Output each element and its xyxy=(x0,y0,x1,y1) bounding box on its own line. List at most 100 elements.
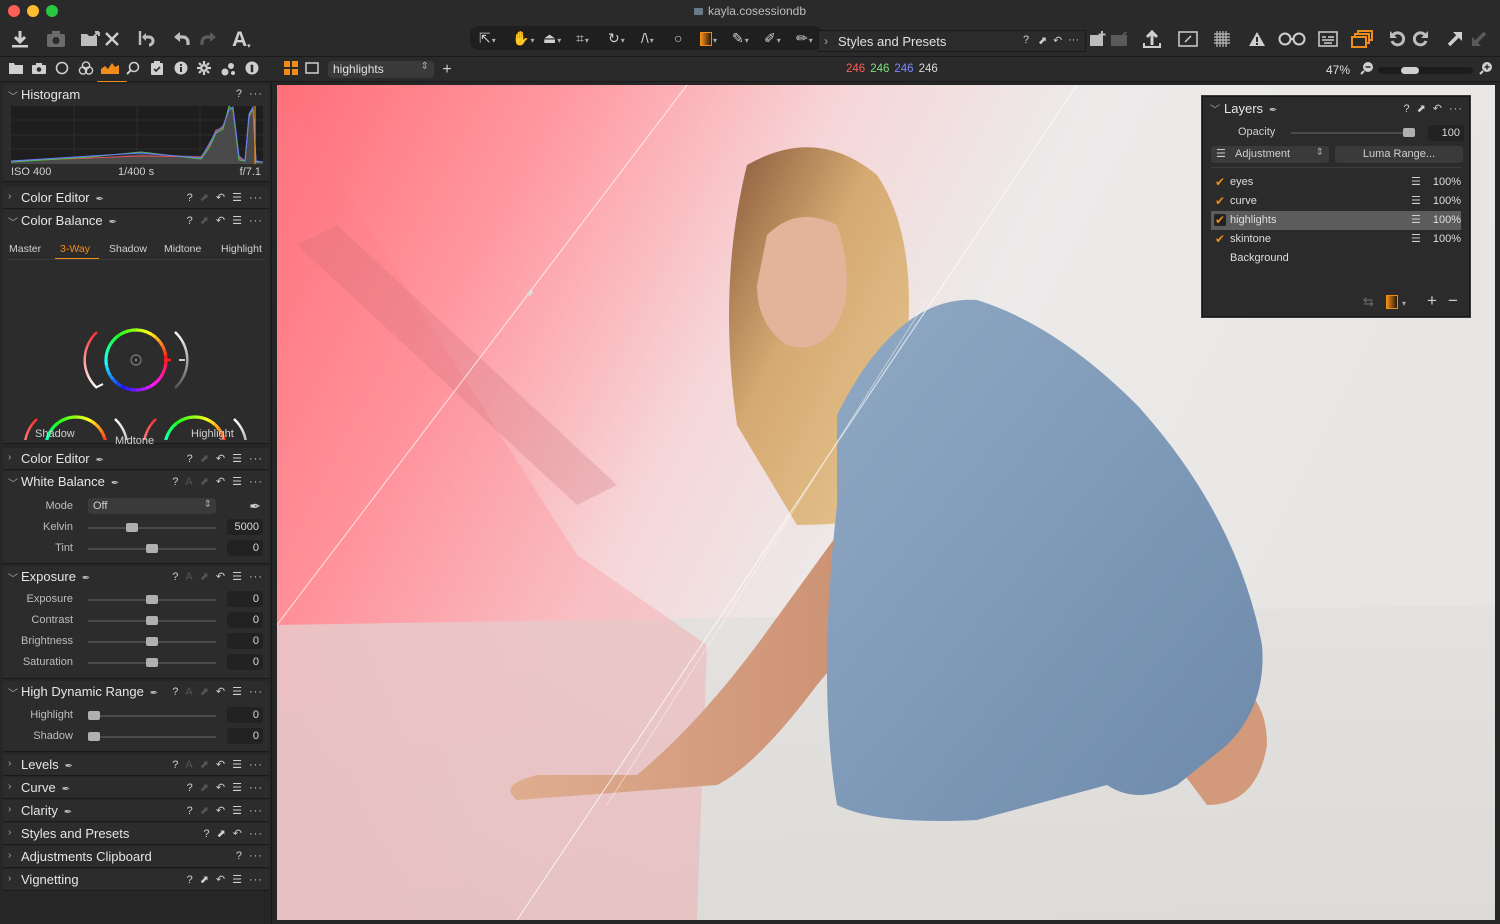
layer-select[interactable]: highlights ⇕ xyxy=(328,61,434,78)
tint-slider-knob[interactable] xyxy=(146,544,158,553)
layer-visibility-checkbox[interactable]: ✔ xyxy=(1214,233,1226,245)
chevron-down-icon[interactable]: ﹀ xyxy=(8,88,18,103)
float-tool-icon[interactable]: ⬈ xyxy=(1417,102,1426,115)
histogram-header[interactable]: ﹀ Histogram ? ··· xyxy=(3,84,269,106)
color-editor-header-2[interactable]: › Color Editor ✒ ? ⬈ ↶ ☰ ··· xyxy=(3,448,269,470)
kelvin-value[interactable]: 5000 xyxy=(227,519,263,535)
tint-value[interactable]: 0 xyxy=(227,540,263,556)
rotate-icon[interactable]: ↻▾ xyxy=(608,29,625,50)
tab-midtone[interactable]: Midtone xyxy=(164,243,201,255)
float-tool-icon[interactable]: ⬈ xyxy=(200,685,209,698)
grid-icon[interactable] xyxy=(1213,26,1231,52)
wb-picker-icon[interactable]: ✒ xyxy=(249,498,261,515)
help-icon[interactable]: ? xyxy=(172,759,178,771)
zoom-slider-knob[interactable] xyxy=(1401,66,1420,74)
text-annotation-icon[interactable]: A ▾ xyxy=(232,26,251,52)
saturation-value[interactable]: 0 xyxy=(227,654,263,670)
remove-layer-icon[interactable]: − xyxy=(1448,291,1458,311)
help-icon[interactable]: ? xyxy=(187,215,193,227)
help-icon[interactable]: ? xyxy=(1403,103,1409,115)
help-icon[interactable]: ? xyxy=(172,571,178,583)
help-icon[interactable]: ? xyxy=(187,192,193,204)
slider-knob[interactable] xyxy=(146,616,158,625)
presets-menu-icon[interactable]: ☰ xyxy=(232,475,242,488)
layer-row[interactable]: ✔ highlights ☰ 100% xyxy=(1211,211,1461,230)
move-to-folder-icon[interactable] xyxy=(80,26,102,52)
opacity-slider[interactable] xyxy=(1291,128,1415,137)
auto-adjust-icon[interactable]: A xyxy=(185,759,192,771)
help-icon[interactable]: ? xyxy=(236,850,242,862)
chevron-right-icon[interactable]: › xyxy=(8,804,11,815)
pick-color-icon[interactable]: ✏▾ xyxy=(796,29,813,50)
tab-master[interactable]: Master xyxy=(9,243,41,255)
capture-tab[interactable] xyxy=(30,61,48,79)
chevron-down-icon[interactable]: ﹀ xyxy=(1210,101,1220,116)
swap-layers-icon[interactable]: ⇆ xyxy=(1363,294,1374,310)
tint-slider[interactable] xyxy=(88,544,216,553)
auto-adjust-icon[interactable]: A xyxy=(185,571,192,583)
pan-hand-icon[interactable]: ✋▾ xyxy=(512,29,534,50)
presets-menu-icon[interactable]: ☰ xyxy=(232,570,242,583)
grid-view-icon[interactable] xyxy=(282,61,300,79)
vignetting-header[interactable]: › Vignetting ? ⬈ ↶ ☰ ··· xyxy=(3,869,269,891)
copy-adjustments-icon[interactable] xyxy=(1446,26,1464,52)
exposure-header[interactable]: ﹀ Exposure ✒ ? A ⬈ ↶ ☰ ··· xyxy=(3,566,269,588)
presets-menu-icon[interactable]: ☰ xyxy=(232,685,242,698)
float-tool-icon[interactable]: ⬈ xyxy=(200,758,209,771)
zoom-slider[interactable] xyxy=(1378,66,1473,74)
presets-menu-icon[interactable]: ☰ xyxy=(232,191,242,204)
float-tool-icon[interactable]: ⬈ xyxy=(200,452,209,465)
float-tool-icon[interactable]: ⬈ xyxy=(1038,34,1047,47)
more-options-icon[interactable]: ··· xyxy=(249,453,263,465)
delete-icon[interactable] xyxy=(104,26,120,52)
more-options-icon[interactable]: ··· xyxy=(249,805,263,817)
library-tab[interactable] xyxy=(7,61,25,79)
reset-tool-icon[interactable]: ↶ xyxy=(216,475,225,488)
help-icon[interactable]: ? xyxy=(172,476,178,488)
reset-icon[interactable] xyxy=(136,26,156,52)
reset-tool-icon[interactable]: ↶ xyxy=(216,758,225,771)
more-options-icon[interactable]: ··· xyxy=(249,476,263,488)
import-icon[interactable] xyxy=(10,26,30,52)
hdr-shadow-slider[interactable] xyxy=(88,732,216,741)
reset-tool-icon[interactable]: ↶ xyxy=(216,214,225,227)
more-options-icon[interactable]: ··· xyxy=(249,686,263,698)
layer-adjustment-icon[interactable]: ☰ xyxy=(1411,213,1421,226)
more-options-icon[interactable]: ··· xyxy=(1449,103,1463,115)
camera-capture-icon[interactable] xyxy=(46,26,66,52)
presets-menu-icon[interactable]: ☰ xyxy=(232,781,242,794)
float-tool-icon[interactable]: ⬈ xyxy=(217,827,226,840)
layer-visibility-checkbox[interactable]: ✔ xyxy=(1214,176,1226,188)
zoom-in-icon[interactable] xyxy=(1477,61,1495,79)
exposure-value[interactable]: 0 xyxy=(227,591,263,607)
chevron-right-icon[interactable]: › xyxy=(8,452,11,463)
select-cursor-icon[interactable]: ⇱▾ xyxy=(479,29,496,50)
reset-tool-icon[interactable]: ↶ xyxy=(216,685,225,698)
presets-menu-icon[interactable]: ☰ xyxy=(232,873,242,886)
chevron-right-icon[interactable]: › xyxy=(8,827,11,838)
float-tool-icon[interactable]: ⬈ xyxy=(200,781,209,794)
tab-3-way[interactable]: 3-Way xyxy=(60,243,90,255)
reset-tool-icon[interactable]: ↶ xyxy=(216,804,225,817)
layer-mask-tool-icon[interactable] xyxy=(1386,295,1398,309)
hdr-shadow-value[interactable]: 0 xyxy=(227,728,263,744)
keystone-icon[interactable]: ⏏▾ xyxy=(543,29,561,50)
more-options-icon[interactable]: ··· xyxy=(249,192,263,204)
layer-visibility-checkbox[interactable]: ✔ xyxy=(1214,195,1226,207)
presets-menu-icon[interactable]: ☰ xyxy=(232,214,242,227)
reset-tool-icon[interactable]: ↶ xyxy=(216,191,225,204)
styles-presets-header[interactable]: › Styles and Presets ? ⬈ ↶ ··· xyxy=(3,823,269,845)
exposure-tab[interactable] xyxy=(101,61,119,79)
slider-knob[interactable] xyxy=(88,711,100,720)
chevron-down-icon[interactable]: ﹀ xyxy=(8,475,18,490)
reset-tool-icon[interactable]: ↶ xyxy=(216,452,225,465)
tab-shadow[interactable]: Shadow xyxy=(109,243,147,255)
reset-tool-icon[interactable]: ↶ xyxy=(216,873,225,886)
batch-tab[interactable] xyxy=(219,61,237,79)
single-view-icon[interactable] xyxy=(303,61,321,79)
lens-tab[interactable] xyxy=(53,61,71,79)
multi-view-icon[interactable] xyxy=(1351,26,1373,52)
layer-row[interactable]: ✔ curve ☰ 100% xyxy=(1211,192,1461,211)
more-options-icon[interactable]: ··· xyxy=(249,850,263,862)
slider-knob[interactable] xyxy=(146,637,158,646)
